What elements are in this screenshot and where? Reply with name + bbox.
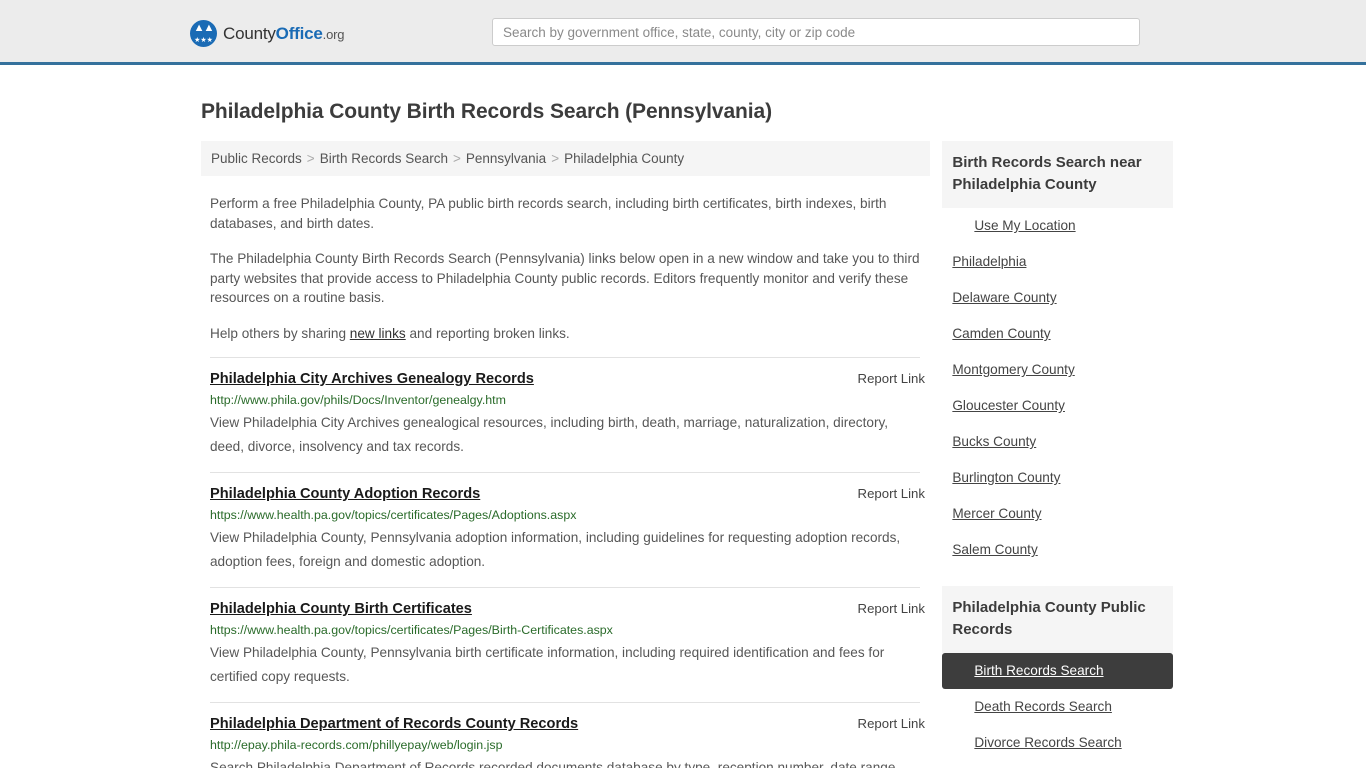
nearby-item: Philadelphia	[942, 244, 1173, 280]
results-list: Philadelphia City Archives Genealogy Rec…	[210, 357, 930, 768]
nearby-link[interactable]: Delaware County	[942, 280, 1173, 316]
public-records-link[interactable]: Genealogy Search	[942, 761, 1173, 768]
result-title-link[interactable]: Philadelphia City Archives Genealogy Rec…	[210, 370, 534, 388]
report-link-button[interactable]: Report Link	[858, 371, 925, 386]
nearby-item: Camden County	[942, 316, 1173, 352]
sidebar: Birth Records Search near Philadelphia C…	[942, 141, 1173, 768]
nearby-item: Salem County	[942, 532, 1173, 568]
nearby-link[interactable]: Burlington County	[942, 460, 1173, 496]
public-records-item: Death Records Search	[942, 689, 1173, 725]
result-item: Philadelphia City Archives Genealogy Rec…	[210, 357, 925, 472]
nearby-item: Mercer County	[942, 496, 1173, 532]
nearby-link[interactable]: Gloucester County	[942, 388, 1173, 424]
nearby-link[interactable]: Bucks County	[942, 424, 1173, 460]
nearby-searches-panel: Birth Records Search near Philadelphia C…	[942, 141, 1173, 568]
breadcrumb-item[interactable]: Philadelphia County	[564, 151, 684, 166]
result-url[interactable]: https://www.health.pa.gov/topics/certifi…	[210, 622, 920, 639]
page-title: Philadelphia County Birth Records Search…	[201, 100, 772, 123]
breadcrumb-separator: >	[551, 151, 560, 166]
nearby-item: Burlington County	[942, 460, 1173, 496]
breadcrumb-item[interactable]: Pennsylvania	[466, 151, 546, 166]
columns: Public Records > Birth Records Search > Penn…	[193, 141, 1173, 768]
breadcrumb: Public Records > Birth Records Search > Penn…	[201, 141, 931, 176]
result-url[interactable]: http://www.phila.gov/phils/Docs/Inventor…	[210, 392, 920, 409]
result-item: Philadelphia County Birth Certificates Re…	[210, 587, 925, 702]
site-header: ▲▲ ★★★ CountyOffice.org	[0, 0, 1366, 65]
logo-text: CountyOffice.org	[223, 24, 344, 44]
nearby-item: Bucks County	[942, 424, 1173, 460]
search-input[interactable]	[492, 18, 1140, 46]
public-records-item: Divorce Records Search	[942, 725, 1173, 761]
nearby-link[interactable]: Philadelphia	[942, 244, 1173, 280]
result-description: Search Philadelphia Department of Record…	[210, 760, 896, 768]
result-url[interactable]: http://epay.phila-records.com/phillyepay…	[210, 737, 920, 754]
stars-icon: ★★★	[194, 37, 213, 44]
public-records-item: Genealogy Search	[942, 761, 1173, 768]
logo-word-county: County	[223, 23, 276, 43]
logo-suffix: .org	[322, 26, 345, 42]
result-title-link[interactable]: Philadelphia Department of Records Count…	[210, 715, 578, 733]
nearby-panel-list: Use My Location Philadelphia Delaware Coun…	[942, 208, 1173, 568]
site-logo[interactable]: ▲▲ ★★★ CountyOffice.org	[190, 20, 344, 47]
new-links-link[interactable]: new links	[350, 326, 406, 341]
header-inner: ▲▲ ★★★ CountyOffice.org	[0, 0, 1366, 62]
public-records-panel: Philadelphia County Public Records Birth…	[942, 586, 1173, 768]
result-description: View Philadelphia City Archives genealog…	[210, 415, 889, 454]
content-wrap: Philadelphia County Birth Records Search…	[193, 99, 1173, 768]
breadcrumb-item[interactable]: Birth Records Search	[320, 151, 448, 166]
public-records-link[interactable]: Divorce Records Search	[942, 725, 1173, 761]
public-records-link[interactable]: Birth Records Search	[942, 653, 1173, 689]
report-link-button[interactable]: Report Link	[858, 716, 925, 731]
result-url[interactable]: https://www.health.pa.gov/topics/certifi…	[210, 507, 920, 524]
report-link-button[interactable]: Report Link	[858, 601, 925, 616]
logo-word-office: Office	[275, 23, 323, 43]
nearby-item: Use My Location	[942, 208, 1173, 244]
intro-text: Perform a free Philadelphia County, PA p…	[210, 194, 920, 343]
eagle-icon: ▲▲	[193, 22, 215, 34]
nearby-link[interactable]: Camden County	[942, 316, 1173, 352]
public-records-panel-list: Birth Records Search Death Records Search…	[942, 653, 1173, 768]
public-records-panel-title: Philadelphia County Public Records	[942, 586, 1173, 653]
intro-paragraph-1: Perform a free Philadelphia County, PA p…	[210, 196, 887, 231]
breadcrumb-item[interactable]: Public Records	[211, 151, 302, 166]
intro-p3-after: and reporting broken links.	[405, 325, 570, 341]
nearby-link[interactable]: Montgomery County	[942, 352, 1173, 388]
result-title-link[interactable]: Philadelphia County Adoption Records	[210, 485, 480, 503]
result-description: View Philadelphia County, Pennsylvania a…	[210, 530, 901, 569]
result-title-link[interactable]: Philadelphia County Birth Certificates	[210, 600, 472, 618]
intro-paragraph-3: Help others by sharing new links and rep…	[210, 324, 920, 344]
result-description: View Philadelphia County, Pennsylvania b…	[210, 645, 885, 684]
nearby-panel-title: Birth Records Search near Philadelphia C…	[942, 141, 1173, 208]
nearby-item: Montgomery County	[942, 352, 1173, 388]
breadcrumb-separator: >	[306, 151, 315, 166]
public-records-item: Birth Records Search	[942, 653, 1173, 689]
intro-p3-before: Help others by sharing	[210, 325, 350, 341]
main-column: Public Records > Birth Records Search > Penn…	[201, 141, 931, 768]
page-body: Philadelphia County Birth Records Search…	[0, 65, 1366, 768]
public-records-link[interactable]: Death Records Search	[942, 689, 1173, 725]
nearby-item: Delaware County	[942, 280, 1173, 316]
result-item: Philadelphia County Adoption Records Repo…	[210, 472, 925, 587]
intro-paragraph-2: The Philadelphia County Birth Records Se…	[210, 251, 920, 305]
nearby-link[interactable]: Mercer County	[942, 496, 1173, 532]
nearby-link[interactable]: Use My Location	[942, 208, 1173, 244]
nearby-item: Gloucester County	[942, 388, 1173, 424]
result-item: Philadelphia Department of Records Count…	[210, 702, 925, 768]
breadcrumb-separator: >	[453, 151, 461, 166]
nearby-link[interactable]: Salem County	[942, 532, 1173, 568]
countyoffice-badge-icon: ▲▲ ★★★	[190, 20, 217, 47]
report-link-button[interactable]: Report Link	[858, 486, 925, 501]
